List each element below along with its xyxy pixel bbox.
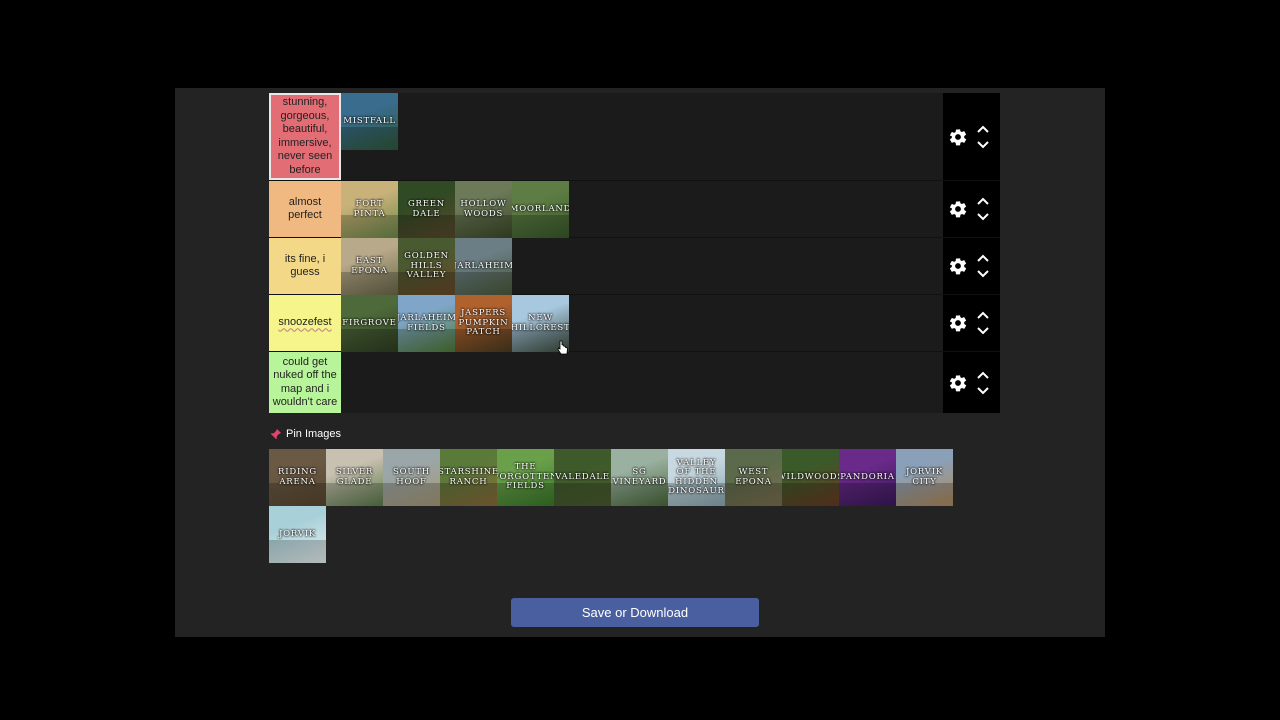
save-download-button[interactable]: Save or Download: [511, 598, 759, 627]
map-image-tile[interactable]: WEST EPONA: [725, 449, 782, 506]
map-image-tile[interactable]: RIDING ARENA: [269, 449, 326, 506]
tier-items[interactable]: [341, 352, 943, 413]
chevron-up-icon[interactable]: [975, 367, 991, 383]
map-image-tile[interactable]: JORVIK CITY: [896, 449, 953, 506]
tier-label[interactable]: its fine, i guess: [269, 238, 341, 294]
map-image-tile[interactable]: VALLEY OF THE HIDDEN DINOSAUR: [668, 449, 725, 506]
tier-row: almost perfect FORT PINTA GREEN DALE HOLLO…: [269, 181, 1000, 238]
pin-images-header[interactable]: Pin Images: [270, 428, 341, 440]
settings-gear-icon[interactable]: [947, 255, 969, 277]
chevron-down-icon[interactable]: [975, 137, 991, 153]
tier-label[interactable]: could get nuked off the map and i wouldn…: [269, 352, 341, 413]
tier-items[interactable]: FIRGROVE JARLAHEIM FIELDS JASPERS PUMPKIN …: [341, 295, 943, 352]
map-image-tile[interactable]: GOLDEN HILLS VALLEY: [398, 238, 455, 295]
tier-items[interactable]: FORT PINTA GREEN DALE HOLLOW WOODS MOORLAND: [341, 181, 943, 238]
settings-gear-icon[interactable]: [947, 198, 969, 220]
map-image-tile[interactable]: FORT PINTA: [341, 181, 398, 238]
map-image-label: VALLEY OF THE HIDDEN DINOSAUR: [668, 457, 725, 496]
tier-controls: [943, 238, 1000, 294]
tier-label[interactable]: almost perfect: [269, 181, 341, 237]
map-image-tile[interactable]: SG VINEYARD: [611, 449, 668, 506]
map-image-label: NEW HILLCREST: [512, 313, 569, 333]
tier-label[interactable]: stunning, gorgeous, beautiful, immersive…: [269, 93, 341, 180]
tier-row: snoozefest FIRGROVE JARLAHEIM FIELDS JASPE…: [269, 295, 1000, 352]
map-image-label: FORT PINTA: [353, 199, 386, 219]
tier-controls: [943, 295, 1000, 351]
tier-list: stunning, gorgeous, beautiful, immersive…: [269, 93, 1000, 413]
map-image-label: GREEN DALE: [407, 199, 446, 219]
tier-controls: [943, 93, 1000, 180]
map-image-label: PANDORIA: [840, 471, 895, 482]
map-image-tile[interactable]: JARLAHEIM FIELDS: [398, 295, 455, 352]
map-image-label: WEST EPONA: [735, 467, 772, 487]
map-image-label: JORVIK: [278, 528, 317, 539]
map-image-label: RIDING ARENA: [278, 467, 317, 487]
map-image-tile[interactable]: MOORLAND: [512, 181, 569, 238]
chevron-up-icon[interactable]: [975, 193, 991, 209]
image-pool[interactable]: RIDING ARENA SILVER GLADE SOUTH HOOF STARSH…: [269, 449, 953, 563]
map-image-label: THE FORGOTTEN FIELDS: [497, 462, 554, 492]
map-image-tile[interactable]: PANDORIA: [839, 449, 896, 506]
pin-images-label: Pin Images: [286, 428, 342, 440]
map-image-label: SILVER GLADE: [335, 467, 374, 487]
tier-row: its fine, i guess EAST EPONA GOLDEN HILLS…: [269, 238, 1000, 295]
tier-items[interactable]: MISTFALL: [341, 93, 943, 180]
map-image-tile[interactable]: JASPERS PUMPKIN PATCH: [455, 295, 512, 352]
map-image-tile[interactable]: GREEN DALE: [398, 181, 455, 238]
map-image-label: WILDWOODS: [782, 471, 839, 482]
tier-controls: [943, 181, 1000, 237]
map-image-label: EAST EPONA: [351, 256, 388, 276]
map-image-tile[interactable]: JARLAHEIM: [455, 238, 512, 295]
map-image-label: MOORLAND: [512, 203, 569, 214]
map-image-label: SG VINEYARD: [612, 467, 667, 487]
chevron-up-icon[interactable]: [975, 307, 991, 323]
tier-controls: [943, 352, 1000, 413]
map-image-tile[interactable]: VALEDALE: [554, 449, 611, 506]
tier-row: stunning, gorgeous, beautiful, immersive…: [269, 93, 1000, 181]
map-image-label: JARLAHEIM FIELDS: [398, 313, 455, 333]
tier-row: could get nuked off the map and i wouldn…: [269, 352, 1000, 413]
map-image-label: VALEDALE: [555, 471, 610, 482]
hand-cursor-icon: [557, 340, 568, 355]
map-image-tile[interactable]: STARSHINE RANCH: [440, 449, 497, 506]
map-image-label: SOUTH HOOF: [392, 467, 431, 487]
map-image-tile[interactable]: THE FORGOTTEN FIELDS: [497, 449, 554, 506]
map-image-label: MISTFALL: [343, 115, 396, 126]
pushpin-icon: [270, 428, 282, 440]
reorder-arrows: [975, 121, 991, 153]
map-image-label: GOLDEN HILLS VALLEY: [404, 251, 449, 281]
map-image-label: HOLLOW WOODS: [460, 199, 507, 219]
reorder-arrows: [975, 193, 991, 225]
map-image-label: FIRGROVE: [342, 317, 397, 328]
chevron-up-icon[interactable]: [975, 250, 991, 266]
map-image-label: JORVIK CITY: [905, 467, 944, 487]
chevron-down-icon[interactable]: [975, 323, 991, 339]
map-image-tile[interactable]: SILVER GLADE: [326, 449, 383, 506]
settings-gear-icon[interactable]: [947, 312, 969, 334]
map-image-label: JASPERS PUMPKIN PATCH: [458, 308, 509, 338]
reorder-arrows: [975, 250, 991, 282]
settings-gear-icon[interactable]: [947, 372, 969, 394]
settings-gear-icon[interactable]: [947, 126, 969, 148]
chevron-down-icon[interactable]: [975, 266, 991, 282]
tier-items[interactable]: EAST EPONA GOLDEN HILLS VALLEY JARLAHEIM: [341, 238, 943, 295]
map-image-tile[interactable]: SOUTH HOOF: [383, 449, 440, 506]
chevron-down-icon[interactable]: [975, 383, 991, 399]
chevron-down-icon[interactable]: [975, 209, 991, 225]
map-image-tile[interactable]: EAST EPONA: [341, 238, 398, 295]
tier-label[interactable]: snoozefest: [269, 295, 341, 351]
map-image-label: JARLAHEIM: [455, 260, 512, 271]
reorder-arrows: [975, 307, 991, 339]
map-image-tile[interactable]: HOLLOW WOODS: [455, 181, 512, 238]
map-image-tile[interactable]: WILDWOODS: [782, 449, 839, 506]
map-image-tile[interactable]: JORVIK: [269, 506, 326, 563]
reorder-arrows: [975, 367, 991, 399]
chevron-up-icon[interactable]: [975, 121, 991, 137]
map-image-tile[interactable]: MISTFALL: [341, 93, 398, 150]
map-image-label: STARSHINE RANCH: [440, 467, 497, 487]
map-image-tile[interactable]: FIRGROVE: [341, 295, 398, 352]
